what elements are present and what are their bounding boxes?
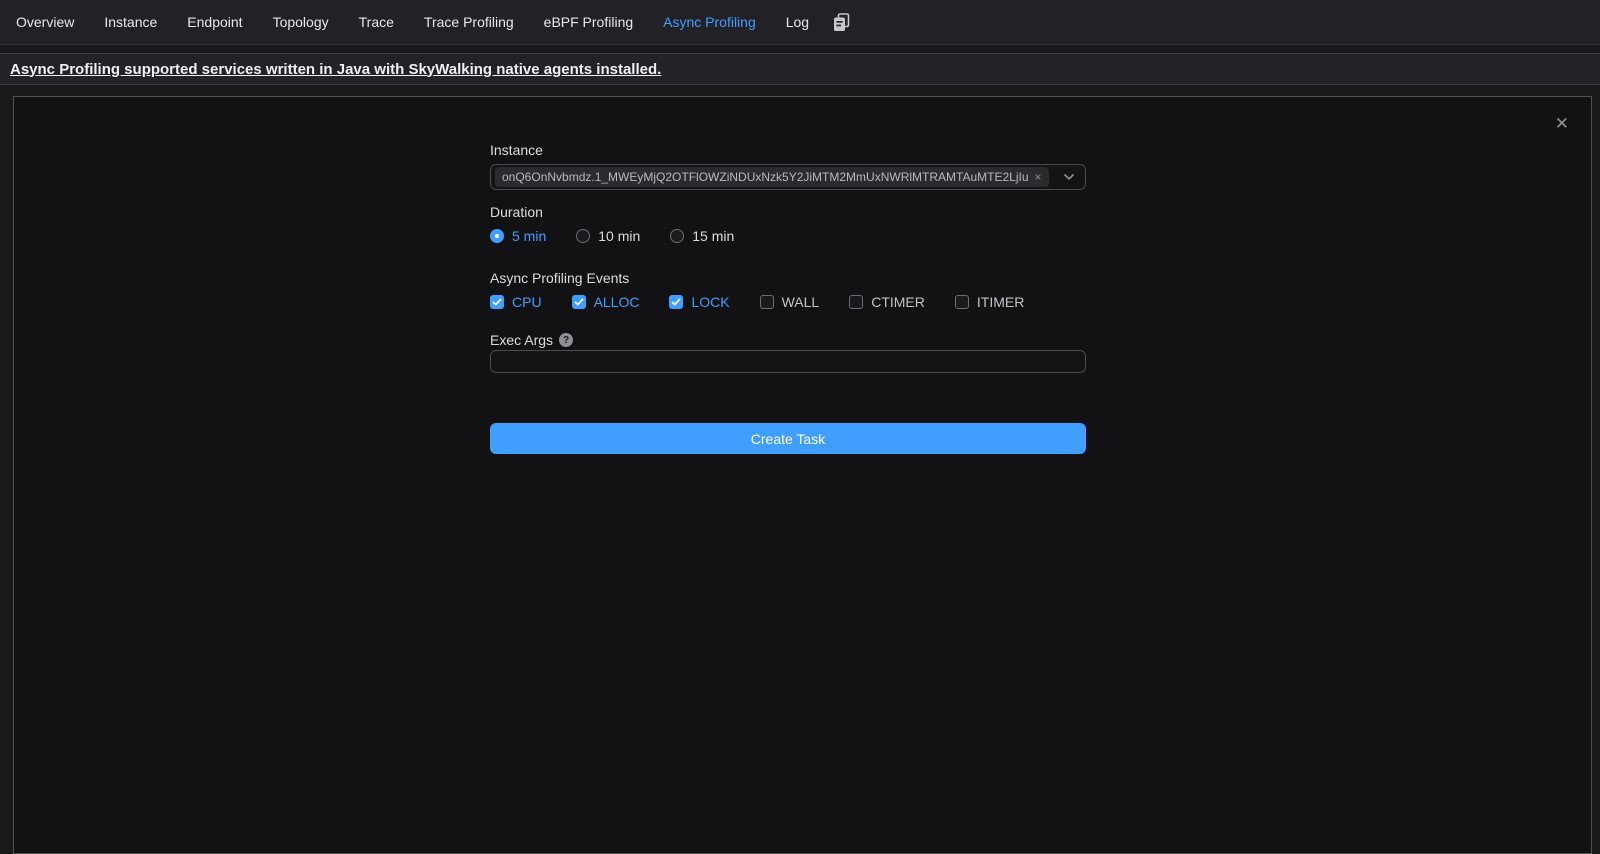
chevron-down-icon xyxy=(1063,173,1075,181)
events-checkbox-group: CPU ALLOC LOCK WALL CTIMER xyxy=(490,294,1086,310)
exec-args-input[interactable] xyxy=(490,350,1086,373)
radio-15-min[interactable]: 15 min xyxy=(670,228,734,244)
banner-link[interactable]: Async Profiling supported services writt… xyxy=(10,61,661,78)
checkbox-check-icon xyxy=(572,295,586,309)
radio-5-min[interactable]: 5 min xyxy=(490,228,546,244)
checkbox-alloc[interactable]: ALLOC xyxy=(572,294,640,310)
checkbox-box-icon xyxy=(849,295,863,309)
tab-overview[interactable]: Overview xyxy=(16,0,74,45)
exec-args-label: Exec Args xyxy=(490,331,553,349)
radio-circle-icon xyxy=(670,229,684,243)
checkbox-wall[interactable]: WALL xyxy=(760,294,820,310)
checkbox-label: WALL xyxy=(782,294,820,310)
tab-trace-profiling[interactable]: Trace Profiling xyxy=(424,0,514,45)
duration-label: Duration xyxy=(490,203,1086,221)
tab-topology[interactable]: Topology xyxy=(273,0,329,45)
top-navigation: Overview Instance Endpoint Topology Trac… xyxy=(0,0,1600,45)
close-icon[interactable]: ✕ xyxy=(1555,115,1569,132)
instance-select[interactable]: onQ6OnNvbmdz.1_MWEyMjQ2OTFlOWZiNDUxNzk5Y… xyxy=(490,164,1086,190)
duration-radio-group: 5 min 10 min 15 min xyxy=(490,228,1086,244)
instance-selected-tag: onQ6OnNvbmdz.1_MWEyMjQ2OTFlOWZiNDUxNzk5Y… xyxy=(495,167,1049,187)
create-task-button[interactable]: Create Task xyxy=(490,423,1086,454)
radio-10-min[interactable]: 10 min xyxy=(576,228,640,244)
checkbox-label: CTIMER xyxy=(871,294,925,310)
tab-log[interactable]: Log xyxy=(786,0,809,45)
checkbox-check-icon xyxy=(669,295,683,309)
radio-circle-icon xyxy=(576,229,590,243)
radio-label: 5 min xyxy=(512,228,546,244)
radio-circle-icon xyxy=(490,229,504,243)
checkbox-cpu[interactable]: CPU xyxy=(490,294,542,310)
checkbox-check-icon xyxy=(490,295,504,309)
checkbox-label: LOCK xyxy=(691,294,729,310)
tab-ebpf-profiling[interactable]: eBPF Profiling xyxy=(544,0,633,45)
create-task-form: Instance onQ6OnNvbmdz.1_MWEyMjQ2OTFlOWZi… xyxy=(490,141,1086,454)
checkbox-label: CPU xyxy=(512,294,542,310)
checkbox-label: ITIMER xyxy=(977,294,1024,310)
tab-endpoint[interactable]: Endpoint xyxy=(187,0,242,45)
create-task-panel: ✕ Instance onQ6OnNvbmdz.1_MWEyMjQ2OTFlOW… xyxy=(13,96,1592,854)
tag-remove-icon[interactable]: × xyxy=(1035,171,1042,183)
events-label: Async Profiling Events xyxy=(490,269,1086,287)
tab-trace[interactable]: Trace xyxy=(359,0,394,45)
checkbox-box-icon xyxy=(955,295,969,309)
checkbox-ctimer[interactable]: CTIMER xyxy=(849,294,925,310)
checkbox-label: ALLOC xyxy=(594,294,640,310)
radio-label: 10 min xyxy=(598,228,640,244)
radio-label: 15 min xyxy=(692,228,734,244)
checkbox-lock[interactable]: LOCK xyxy=(669,294,729,310)
info-banner: Async Profiling supported services writt… xyxy=(0,53,1600,85)
instance-tag-text: onQ6OnNvbmdz.1_MWEyMjQ2OTFlOWZiNDUxNzk5Y… xyxy=(502,170,1029,184)
copy-document-icon[interactable] xyxy=(833,13,850,32)
checkbox-itimer[interactable]: ITIMER xyxy=(955,294,1024,310)
tab-async-profiling[interactable]: Async Profiling xyxy=(663,0,756,45)
checkbox-box-icon xyxy=(760,295,774,309)
tab-instance[interactable]: Instance xyxy=(104,0,157,45)
help-icon[interactable]: ? xyxy=(559,333,573,347)
instance-label: Instance xyxy=(490,141,1086,159)
